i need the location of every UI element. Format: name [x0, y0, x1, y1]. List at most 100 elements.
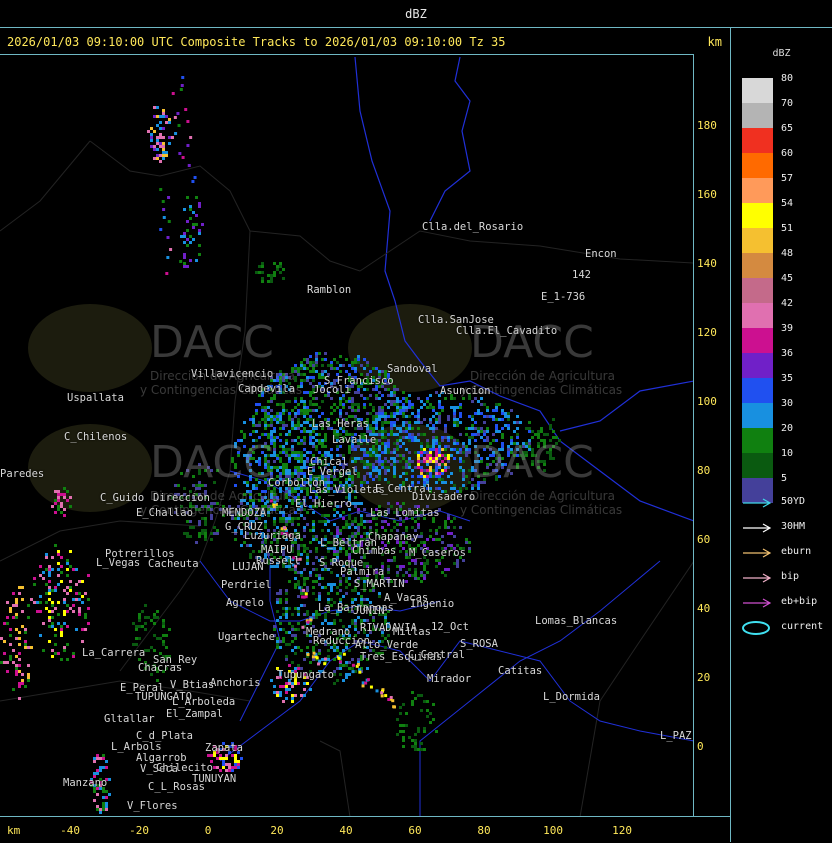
place-label: Perdriel: [221, 579, 272, 591]
ellipse-icon: [742, 621, 770, 635]
place-label: S_MARTIN: [354, 578, 405, 590]
place-label: V_Flores: [127, 800, 178, 812]
place-label: Anchoris: [210, 677, 261, 689]
place-label: Chacras: [138, 662, 183, 674]
scale-label: 5: [781, 473, 788, 484]
scale-swatch: [742, 278, 773, 303]
place-label: C_L_Rosas: [148, 781, 205, 793]
arrow-icon: [743, 523, 772, 533]
place-label: Clla.del_Rosario: [422, 221, 524, 233]
place-label: C_Central: [408, 649, 465, 661]
arrow-icon: [743, 573, 772, 583]
watermark-logo: [28, 304, 152, 392]
scale-label: 80: [781, 73, 794, 84]
watermark-line: Dirección de Agricultura: [150, 489, 295, 503]
window-title: dBZ: [405, 7, 427, 21]
x-tick-label: 0: [204, 824, 212, 837]
place-label: C_Chilenos: [64, 431, 128, 443]
scale-swatch: [742, 328, 773, 353]
x-axis: km -40 -20 0 20 40 60 80 100 120: [0, 816, 730, 843]
watermark-line: y Contingencias Climáticas: [140, 503, 303, 517]
track-legend-label: current: [781, 621, 824, 632]
x-tick-label: 100: [543, 824, 563, 837]
district-border: [419, 560, 661, 816]
scale-swatch: [742, 403, 773, 428]
y-tick-label: 60: [697, 533, 711, 546]
place-label: Manzano: [63, 777, 108, 789]
place-label: El_Zampal: [166, 708, 223, 720]
scale-label: 45: [781, 273, 794, 284]
watermark-line: y Contingencias Climáticas: [140, 383, 303, 397]
y-tick-label: 40: [697, 602, 711, 615]
place-label: Tupungato: [277, 669, 334, 681]
y-tick-label: 140: [697, 257, 717, 270]
product-header: 2026/01/03 09:10:00 UTC Composite Tracks…: [0, 28, 730, 54]
place-label: Luzuriaga: [244, 530, 301, 542]
place-label: Ugarteche: [218, 631, 275, 643]
place-label: Chimbas: [352, 545, 397, 557]
province-border: [429, 56, 471, 222]
department-border: [319, 740, 351, 816]
scale-swatch: [742, 103, 773, 128]
scale-swatch: [742, 228, 773, 253]
legend-panel: dBZ 80 70 65 60 57 54 51 48 45 42 39 36 35 30 20 10 5 50…: [730, 28, 832, 842]
place-label: 142: [572, 269, 591, 281]
department-border: [0, 140, 91, 232]
scale-label: 51: [781, 223, 794, 234]
scale-label: 39: [781, 323, 794, 334]
y-tick-label: 0: [697, 740, 704, 753]
place-label: Uspallata: [67, 392, 124, 404]
radar-map[interactable]: Clla.del_Rosario Encon 142 E_1-736 Ramblon Cl…: [0, 54, 694, 816]
x-tick-label: 40: [339, 824, 353, 837]
scale-label: 54: [781, 198, 794, 209]
place-label: Divisadero: [412, 491, 476, 503]
scale-label: 48: [781, 248, 794, 259]
y-tick-label: 180: [697, 119, 717, 132]
place-label: L_Vegas: [96, 557, 141, 569]
place-label: Mirador: [427, 673, 472, 685]
place-label: Sandoval: [387, 363, 438, 375]
watermark-brand: DACC: [470, 317, 594, 368]
place-label: Cacheuta: [148, 558, 199, 570]
scale-label: 35: [781, 373, 794, 384]
scale-swatch: [742, 453, 773, 478]
x-tick-label: 20: [270, 824, 284, 837]
y-tick-label: 80: [697, 464, 711, 477]
watermark-line: Dirección de Agricultura: [470, 489, 615, 503]
watermark-line: y Contingencias Climáticas: [460, 383, 623, 397]
y-tick-label: 160: [697, 188, 717, 201]
department-border: [579, 561, 693, 816]
place-label: 12_Oct: [431, 621, 469, 633]
scale-swatch: [742, 203, 773, 228]
track-legend-label: 30HM: [781, 521, 806, 532]
place-label: S_ROSA: [460, 638, 498, 650]
place-label: C_Guido: [100, 492, 145, 504]
watermark-brand: DACC: [150, 317, 274, 368]
place-label: E_1-736: [541, 291, 586, 303]
place-label: Agrelo: [226, 597, 264, 609]
scale-swatch: [742, 153, 773, 178]
scale-swatch: [742, 303, 773, 328]
arrow-icon: [743, 598, 772, 608]
scale-label: 57: [781, 173, 794, 184]
track-legend-item: bip: [741, 571, 831, 585]
department-border: [359, 230, 693, 272]
track-legend-label: eb+bip: [781, 596, 818, 607]
place-label: Las_Heras: [312, 418, 369, 430]
place-label: L_Dormida: [543, 691, 600, 703]
x-axis-unit: km: [7, 824, 21, 837]
place-label: La_Carrera: [82, 647, 146, 659]
x-tick-label: 80: [477, 824, 491, 837]
scale-label: 30: [781, 398, 794, 409]
track-legend-item: current: [741, 621, 831, 635]
place-label: Las_Lomitas: [370, 507, 440, 519]
arrow-icon: [743, 498, 772, 508]
place-label: Millas: [393, 626, 431, 638]
watermark-brand: DACC: [470, 437, 594, 488]
place-label: Encon: [585, 248, 617, 260]
y-axis: 180 160 140 120 100 80 60 40 20 0: [695, 54, 730, 816]
place-label: El_Hierro: [295, 498, 352, 510]
product-title: 2026/01/03 09:10:00 UTC Composite Tracks…: [7, 35, 506, 49]
track-legend-label: 50YD: [781, 496, 806, 507]
place-label: L_Arboleda: [172, 696, 236, 708]
